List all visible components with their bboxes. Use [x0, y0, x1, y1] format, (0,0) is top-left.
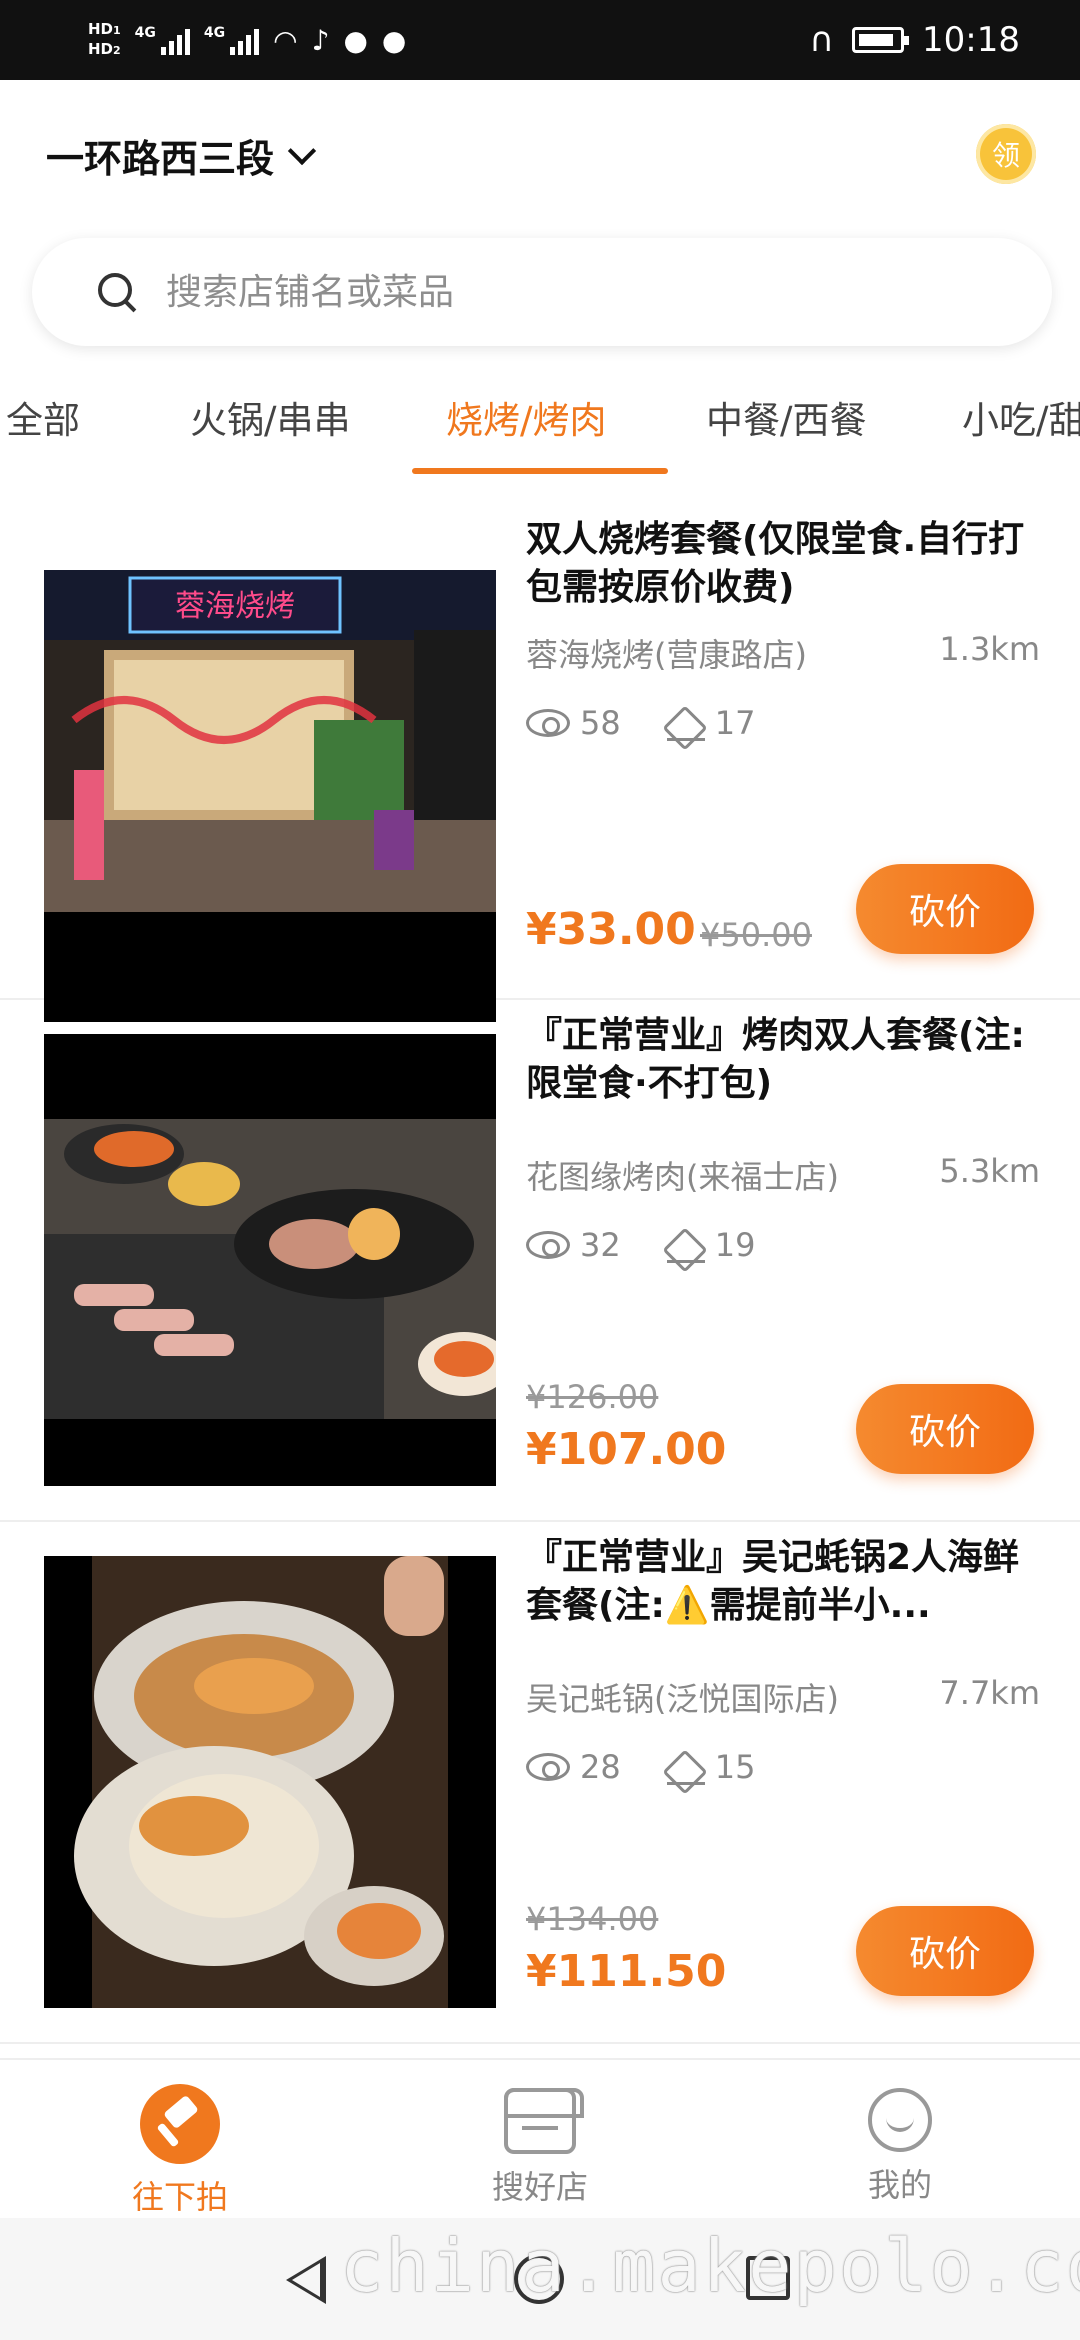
status-bar-right: ∩ 10:18 [809, 20, 1020, 60]
bargain-count: 17 [714, 704, 756, 742]
nav-label: 我的 [867, 2166, 932, 2204]
wifi-icon: ◠ [273, 23, 298, 57]
shop-name: 吴记蚝锅(泛悦国际店) [526, 1680, 839, 1718]
tab-chinese-western[interactable]: 中餐/西餐 [706, 390, 866, 444]
deal-card[interactable]: 蓉海烧烤 双人烧烤套餐(仅限堂食.自行打包需按原价收费) 蓉海烧烤(营康路店) … [0, 480, 1080, 1022]
location-label: 一环路西三段 [46, 137, 275, 181]
deal-photo [44, 1034, 496, 1486]
location-selector[interactable]: 一环路西三段 [46, 128, 317, 183]
original-price: ¥126.00 [526, 1378, 659, 1416]
shop-name: 花图缘烤肉(来福士店) [526, 1158, 839, 1196]
chevron-down-icon [287, 136, 317, 165]
active-tab-indicator [412, 468, 668, 474]
category-tabs: 全部 火锅/串串 烧烤/烤肉 中餐/西餐 小吃/甜 [0, 380, 1080, 480]
eye-icon [526, 1753, 570, 1781]
system-nav-bar [0, 2218, 1080, 2340]
battery-icon [852, 27, 910, 53]
nav-label: 往下拍 [131, 2178, 228, 2216]
audio-icon: ♪ [311, 23, 330, 57]
original-price: ¥134.00 [526, 1900, 659, 1938]
deal-stats: 28 15 [526, 1748, 755, 1786]
deal-stats: 32 19 [526, 1226, 755, 1264]
user-icon [868, 2088, 932, 2152]
view-count: 58 [580, 704, 621, 742]
bbq-storefront-image: 蓉海烧烤 [44, 570, 496, 912]
shop-name: 蓉海烧烤(营康路店) [526, 636, 807, 674]
search-icon [98, 273, 136, 311]
korean-bbq-image [44, 1034, 496, 1486]
tab-bbq[interactable]: 烧烤/烤肉 [446, 390, 606, 444]
coupon-button[interactable]: 领 [976, 124, 1036, 184]
deal-title: 『正常营业』烤肉双人套餐(注:限堂食·不打包) [526, 1015, 1025, 1104]
view-count: 32 [580, 1226, 621, 1264]
distance: 1.3km [939, 630, 1040, 668]
bargain-button[interactable]: 砍价 [856, 864, 1034, 954]
original-price: ¥50.00 [700, 916, 812, 954]
deal-stats: 58 17 [526, 704, 755, 742]
bargain-count-icon [666, 1748, 705, 1786]
tab-snacks[interactable]: 小吃/甜 [962, 390, 1080, 444]
deal-card[interactable]: 『正常营业』吴记蚝锅2人海鲜套餐(注:⚠️需提前半小... 吴记蚝锅(泛悦国际店… [0, 1524, 1080, 2044]
home-icon[interactable] [514, 2254, 564, 2304]
auction-hammer-icon [140, 2084, 220, 2164]
deal-title: 双人烧烤套餐(仅限堂食.自行打包需按原价收费) [526, 519, 1025, 608]
search-bar[interactable] [32, 238, 1052, 346]
eye-icon [526, 1231, 570, 1259]
search-input[interactable] [166, 271, 926, 313]
store-icon [504, 2088, 584, 2154]
status-bar: HD1 HD2 4G 4G ◠ ♪ ● ● ∩ 10:18 [0, 0, 1080, 80]
nav-profile[interactable]: 我的 [800, 2070, 1000, 2206]
oyster-image [44, 1556, 496, 2008]
deal-card[interactable]: 『正常营业』烤肉双人套餐(注:限堂食·不打包) 花图缘烤肉(来福士店) 5.3k… [0, 1002, 1080, 1522]
bargain-button[interactable]: 砍价 [856, 1384, 1034, 1474]
bargain-count: 15 [714, 1748, 756, 1786]
bargain-count: 19 [714, 1226, 756, 1264]
current-price: ¥107.00 [526, 1424, 727, 1475]
hd-indicator: HD1 HD2 [88, 20, 121, 58]
bottom-nav: 往下拍 搜好店 我的 [0, 2058, 1080, 2218]
tab-hotpot[interactable]: 火锅/串串 [190, 390, 350, 444]
signal-icon: 4G [204, 25, 260, 55]
signal-icon: 4G [135, 25, 190, 55]
bargain-count-icon [666, 704, 705, 742]
distance: 5.3km [939, 1152, 1040, 1190]
deal-title: 『正常营业』吴记蚝锅2人海鲜套餐(注:⚠️需提前半小... [526, 1537, 1020, 1626]
app-screen: HD1 HD2 4G 4G ◠ ♪ ● ● ∩ 10:18 一环路西三段 领 搜… [0, 0, 1080, 2340]
distance: 7.7km [939, 1674, 1040, 1712]
nav-auction[interactable]: 往下拍 [80, 2070, 280, 2218]
current-price: ¥111.50 [526, 1946, 727, 1997]
headset-icon: ∩ [809, 20, 835, 60]
bargain-count-icon [666, 1226, 705, 1264]
bargain-button[interactable]: 砍价 [856, 1906, 1034, 1996]
status-bar-left: HD1 HD2 4G 4G ◠ ♪ ● ● [88, 20, 406, 60]
nav-label: 搜好店 [491, 2168, 588, 2206]
deal-photo: 蓉海烧烤 [44, 570, 496, 1022]
wechat-icon: ● [381, 23, 407, 57]
eye-icon [526, 709, 570, 737]
wechat-icon: ● [343, 23, 368, 57]
current-price: ¥33.00 [526, 904, 696, 955]
tab-all[interactable]: 全部 [6, 390, 80, 444]
recents-icon[interactable] [746, 2256, 790, 2300]
deal-photo [44, 1556, 496, 2008]
back-icon[interactable] [286, 2256, 326, 2304]
nav-stores[interactable]: 搜好店 [440, 2070, 640, 2208]
view-count: 28 [580, 1748, 621, 1786]
store-sign-text: 蓉海烧烤 [175, 589, 295, 624]
clock: 10:18 [922, 20, 1020, 60]
